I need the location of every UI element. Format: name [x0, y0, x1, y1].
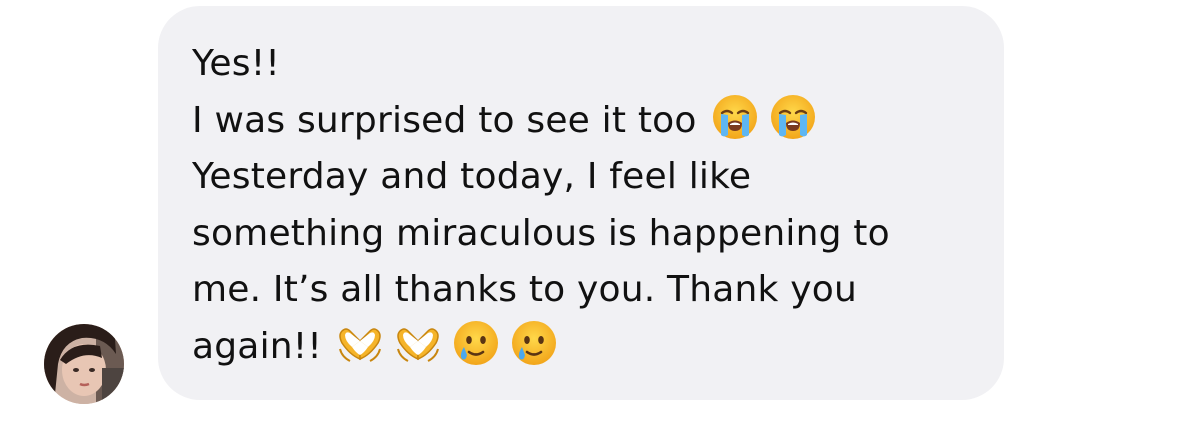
message-text: Yes!! I was surprised to see it too Yest…: [192, 36, 992, 375]
message-line-6-text: again!!: [192, 325, 323, 367]
message-bubble[interactable]: Yes!! I was surprised to see it too Yest…: [158, 6, 1004, 400]
sender-avatar[interactable]: [44, 324, 124, 404]
avatar-photo-icon: [44, 324, 124, 404]
smiling-face-with-tear-icon: [452, 319, 500, 367]
message-line-4-text: something miraculous is happening to: [192, 212, 890, 254]
heart-hands-icon: [336, 319, 384, 367]
message-line-5-text: me. It’s all thanks to you. Thank you: [192, 269, 857, 310]
message-line-3: Yesterday and today, I feel like: [192, 149, 992, 206]
message-line-3-text: Yesterday and today, I feel like: [192, 156, 752, 197]
message-line-1-text: Yes!!: [192, 43, 280, 84]
smiling-face-with-tear-icon: [510, 319, 558, 367]
message-line-5: me. It’s all thanks to you. Thank you: [192, 262, 992, 319]
heart-hands-icon: [394, 319, 442, 367]
message-line-2-text: I was surprised to see it too: [192, 99, 697, 141]
loudly-crying-face-icon: [711, 93, 759, 141]
message-line-2: I was surprised to see it too: [192, 93, 992, 150]
message-line-6: again!!: [192, 319, 992, 376]
loudly-crying-face-icon: [769, 93, 817, 141]
message-line-1: Yes!!: [192, 36, 992, 93]
message-line-4: something miraculous is happening to: [192, 206, 992, 263]
chat-screen: Yes!! I was surprised to see it too Yest…: [0, 0, 1200, 430]
